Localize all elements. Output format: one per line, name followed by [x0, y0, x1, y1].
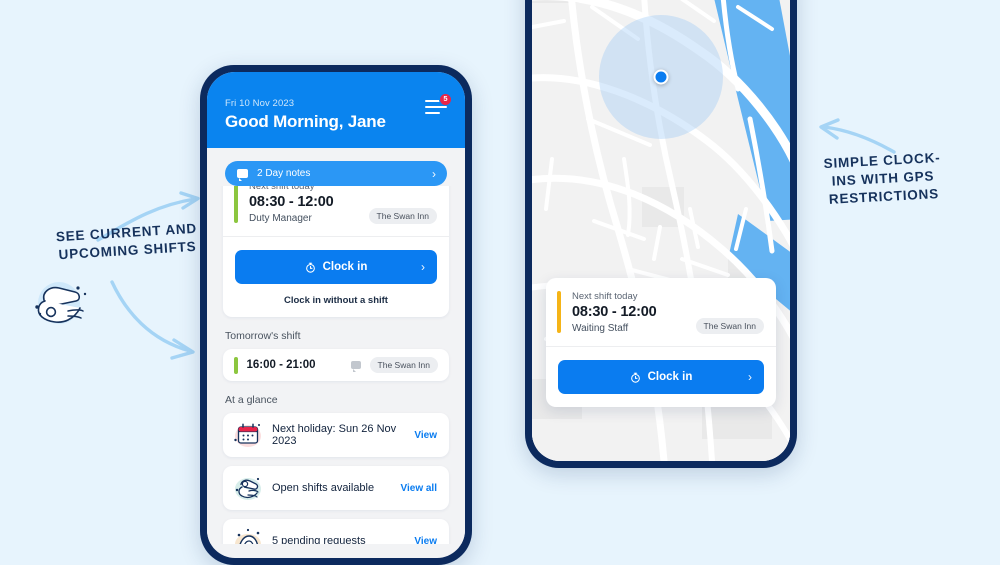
header-date: Fri 10 Nov 2023: [225, 98, 295, 109]
clock-in-label: Clock in: [647, 371, 693, 383]
list-item[interactable]: Open shifts available View all: [223, 466, 449, 510]
home-scroll-body: Next shift today 08:30 - 12:00 Duty Mana…: [207, 186, 465, 544]
tomorrow-shift-card[interactable]: 16:00 - 21:00 The Swan Inn: [223, 349, 449, 381]
chevron-right-icon: ›: [748, 370, 752, 384]
chevron-right-icon: ›: [421, 260, 425, 274]
view-link[interactable]: View: [414, 430, 437, 441]
hamburger-menu-icon[interactable]: 5: [425, 93, 452, 116]
clock-in-button[interactable]: Clock in ›: [235, 250, 437, 284]
clock-in-label: Clock in: [322, 261, 368, 273]
shift-accent-bar: [234, 186, 238, 223]
hamburger-bar: [425, 105, 447, 109]
stopwatch-icon: [305, 262, 315, 273]
day-notes-button[interactable]: 2 Day notes ›: [225, 161, 447, 186]
calendar-illustration: [234, 423, 261, 447]
tomorrow-shift-time: 16:00 - 21:00: [246, 359, 316, 371]
annotation-right: SIMPLE CLOCK-INS WITH GPS RESTRICTIONS: [823, 149, 941, 207]
list-item-label: Next holiday: Sun 26 Nov 2023: [272, 423, 397, 447]
current-location-dot: [653, 69, 669, 85]
note-flag-icon: [350, 361, 361, 372]
stopwatch-icon: [630, 372, 640, 383]
list-item[interactable]: 5 pending requests View: [223, 519, 449, 544]
day-notes-label: 2 Day notes: [257, 168, 311, 179]
pending-requests-illustration: [235, 528, 261, 544]
phone-map-screen: Next shift today 08:30 - 12:00 Waiting S…: [525, 0, 797, 468]
speech-bubble-icon: [237, 169, 248, 181]
list-item[interactable]: Next holiday: Sun 26 Nov 2023 View: [223, 413, 449, 457]
venue-badge: The Swan Inn: [369, 357, 438, 373]
venue-badge: The Swan Inn: [695, 318, 764, 334]
phone-screen-map: Next shift today 08:30 - 12:00 Waiting S…: [532, 0, 790, 461]
shift-accent-bar: [234, 356, 238, 374]
annotation-left: SEE CURRENT AND UPCOMING SHIFTS: [55, 220, 198, 262]
clock-in-section: Clock in ›: [546, 347, 776, 407]
at-a-glance-title: At a glance: [225, 394, 278, 406]
view-all-link[interactable]: View all: [400, 483, 437, 494]
page-title: Good Morning, Jane: [225, 112, 386, 131]
open-shifts-illustration: [235, 477, 261, 500]
clock-in-button[interactable]: Clock in ›: [558, 360, 764, 394]
hand-holding-phone-illustration: [35, 282, 87, 324]
next-shift-card[interactable]: Next shift today 08:30 - 12:00 Duty Mana…: [223, 186, 449, 317]
app-header: Fri 10 Nov 2023 Good Morning, Jane 5: [207, 72, 465, 148]
phone-home-screen: Fri 10 Nov 2023 Good Morning, Jane 5 2 D…: [200, 65, 472, 565]
map-shift-sheet: Next shift today 08:30 - 12:00 Waiting S…: [546, 278, 776, 407]
tomorrow-section-title: Tomorrow's shift: [225, 330, 301, 342]
clock-in-without-shift-link[interactable]: Clock in without a shift: [235, 295, 437, 306]
shift-accent-bar: [557, 291, 561, 333]
next-shift-row: Next shift today 08:30 - 12:00 Duty Mana…: [223, 186, 449, 237]
next-shift-row: Next shift today 08:30 - 12:00 Waiting S…: [546, 278, 776, 347]
arrow-to-phone-bottom: [110, 280, 195, 360]
phone-screen-home: Fri 10 Nov 2023 Good Morning, Jane 5 2 D…: [207, 72, 465, 558]
clock-in-section: Clock in › Clock in without a shift: [223, 237, 449, 317]
venue-badge: The Swan Inn: [368, 208, 437, 224]
next-shift-label: Next shift today: [572, 291, 638, 302]
list-item-label: Open shifts available: [272, 482, 375, 494]
chevron-right-icon: ›: [432, 166, 436, 181]
next-shift-label: Next shift today: [249, 186, 315, 192]
notification-badge: 5: [439, 93, 452, 106]
hamburger-bar: [425, 111, 440, 114]
